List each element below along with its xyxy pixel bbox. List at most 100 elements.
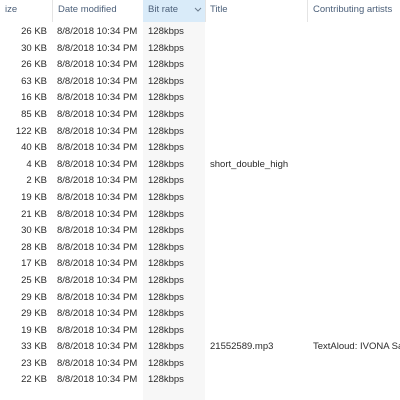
date-modified-cell: 8/8/2018 10:34 PM <box>57 324 138 336</box>
file-size-cell: 21 KB <box>21 208 47 220</box>
file-row[interactable]: 33 KB 8/8/2018 10:34 PM 128kbps 21552589.mp… <box>0 339 400 356</box>
column-header-row: ize Date modified Bit rate Title Contrib… <box>0 0 400 22</box>
bit-rate-cell: 128kbps <box>148 258 184 270</box>
file-row[interactable]: 30 KB 8/8/2018 10:34 PM 128kbps <box>0 41 400 58</box>
date-modified-cell: 8/8/2018 10:34 PM <box>57 142 138 154</box>
bit-rate-cell: 128kbps <box>148 108 184 120</box>
bit-rate-cell: 128kbps <box>148 208 184 220</box>
date-modified-cell: 8/8/2018 10:34 PM <box>57 191 138 203</box>
file-row[interactable]: 26 KB 8/8/2018 10:34 PM 128kbps <box>0 57 400 74</box>
column-header-date-modified[interactable]: Date modified <box>53 0 143 22</box>
file-size-cell: 17 KB <box>21 258 47 270</box>
chevron-down-icon <box>193 4 203 16</box>
file-size-cell: 30 KB <box>21 225 47 237</box>
bit-rate-cell: 128kbps <box>148 274 184 286</box>
bit-rate-cell: 128kbps <box>148 92 184 104</box>
file-row[interactable]: 40 KB 8/8/2018 10:34 PM 128kbps <box>0 140 400 157</box>
file-size-cell: 26 KB <box>21 59 47 71</box>
file-rows: 26 KB 8/8/2018 10:34 PM 128kbps 30 KB 8/8/20… <box>0 24 400 389</box>
date-modified-cell: 8/8/2018 10:34 PM <box>57 208 138 220</box>
column-header-bit-rate-label: Bit rate <box>148 4 179 15</box>
file-row[interactable]: 21 KB 8/8/2018 10:34 PM 128kbps <box>0 207 400 224</box>
file-size-cell: 29 KB <box>21 291 47 303</box>
file-size-cell: 25 KB <box>21 274 47 286</box>
bit-rate-cell: 128kbps <box>148 225 184 237</box>
bit-rate-cell: 128kbps <box>148 324 184 336</box>
date-modified-cell: 8/8/2018 10:34 PM <box>57 291 138 303</box>
column-header-size[interactable]: ize <box>0 0 50 22</box>
bit-rate-cell: 128kbps <box>148 241 184 253</box>
bit-rate-cell: 128kbps <box>148 42 184 54</box>
date-modified-cell: 8/8/2018 10:34 PM <box>57 241 138 253</box>
date-modified-cell: 8/8/2018 10:34 PM <box>57 26 138 37</box>
file-list-view: ize Date modified Bit rate Title Contrib… <box>0 0 400 400</box>
file-row[interactable]: 28 KB 8/8/2018 10:34 PM 128kbps <box>0 240 400 257</box>
file-size-cell: 122 KB <box>15 125 47 137</box>
file-row[interactable]: 63 KB 8/8/2018 10:34 PM 128kbps <box>0 74 400 91</box>
bit-rate-cell: 128kbps <box>148 158 184 170</box>
date-modified-cell: 8/8/2018 10:34 PM <box>57 59 138 71</box>
date-modified-cell: 8/8/2018 10:34 PM <box>57 258 138 270</box>
date-modified-cell: 8/8/2018 10:34 PM <box>57 374 138 386</box>
file-row[interactable]: 26 KB 8/8/2018 10:34 PM 128kbps <box>0 24 400 41</box>
file-row[interactable]: 25 KB 8/8/2018 10:34 PM 128kbps <box>0 273 400 290</box>
file-size-cell: 28 KB <box>21 241 47 253</box>
column-header-title[interactable]: Title <box>205 0 306 22</box>
bit-rate-cell: 128kbps <box>148 59 184 71</box>
file-row[interactable]: 30 KB 8/8/2018 10:34 PM 128kbps <box>0 223 400 240</box>
date-modified-cell: 8/8/2018 10:34 PM <box>57 357 138 369</box>
date-modified-cell: 8/8/2018 10:34 PM <box>57 225 138 237</box>
file-row[interactable]: 122 KB 8/8/2018 10:34 PM 128kbps <box>0 124 400 141</box>
bit-rate-cell: 128kbps <box>148 142 184 154</box>
title-cell: short_double_high <box>210 158 289 170</box>
bit-rate-cell: 128kbps <box>148 341 184 353</box>
bit-rate-cell: 128kbps <box>148 291 184 303</box>
bit-rate-cell: 128kbps <box>148 191 184 203</box>
file-size-cell: 19 KB <box>21 191 47 203</box>
file-row[interactable]: 17 KB 8/8/2018 10:34 PM 128kbps <box>0 256 400 273</box>
file-size-cell: 26 KB <box>21 26 47 37</box>
date-modified-cell: 8/8/2018 10:34 PM <box>57 75 138 87</box>
file-size-cell: 2 KB <box>26 175 47 187</box>
bit-rate-cell: 128kbps <box>148 125 184 137</box>
file-row[interactable]: 85 KB 8/8/2018 10:34 PM 128kbps <box>0 107 400 124</box>
file-size-cell: 33 KB <box>21 341 47 353</box>
file-size-cell: 16 KB <box>21 92 47 104</box>
column-header-bit-rate[interactable]: Bit rate <box>143 0 205 22</box>
file-size-cell: 19 KB <box>21 324 47 336</box>
file-row[interactable]: 23 KB 8/8/2018 10:34 PM 128kbps <box>0 356 400 373</box>
file-size-cell: 23 KB <box>21 357 47 369</box>
bit-rate-cell: 128kbps <box>148 75 184 87</box>
date-modified-cell: 8/8/2018 10:34 PM <box>57 175 138 187</box>
file-row[interactable]: 19 KB 8/8/2018 10:34 PM 128kbps <box>0 190 400 207</box>
date-modified-cell: 8/8/2018 10:34 PM <box>57 125 138 137</box>
bit-rate-cell: 128kbps <box>148 26 184 37</box>
file-size-cell: 29 KB <box>21 308 47 320</box>
column-header-contributing-artists[interactable]: Contributing artists <box>308 0 400 22</box>
file-row[interactable]: 2 KB 8/8/2018 10:34 PM 128kbps <box>0 173 400 190</box>
date-modified-cell: 8/8/2018 10:34 PM <box>57 92 138 104</box>
file-row[interactable]: 16 KB 8/8/2018 10:34 PM 128kbps <box>0 90 400 107</box>
bit-rate-cell: 128kbps <box>148 374 184 386</box>
file-row[interactable]: 4 KB 8/8/2018 10:34 PM 128kbps short_double… <box>0 157 400 174</box>
date-modified-cell: 8/8/2018 10:34 PM <box>57 108 138 120</box>
bit-rate-cell: 128kbps <box>148 357 184 369</box>
file-row[interactable]: 19 KB 8/8/2018 10:34 PM 128kbps <box>0 323 400 340</box>
file-size-cell: 4 KB <box>26 158 47 170</box>
bit-rate-cell: 128kbps <box>148 308 184 320</box>
file-row[interactable]: 29 KB 8/8/2018 10:34 PM 128kbps <box>0 306 400 323</box>
date-modified-cell: 8/8/2018 10:34 PM <box>57 274 138 286</box>
title-cell: 21552589.mp3 <box>210 341 274 353</box>
contributing-artists-cell: TextAloud: IVONA Sal <box>313 341 400 353</box>
date-modified-cell: 8/8/2018 10:34 PM <box>57 158 138 170</box>
file-size-cell: 63 KB <box>21 75 47 87</box>
file-size-cell: 85 KB <box>21 108 47 120</box>
file-size-cell: 40 KB <box>21 142 47 154</box>
file-size-cell: 30 KB <box>21 42 47 54</box>
file-size-cell: 22 KB <box>21 374 47 386</box>
file-row[interactable]: 22 KB 8/8/2018 10:34 PM 128kbps <box>0 372 400 389</box>
file-row[interactable]: 29 KB 8/8/2018 10:34 PM 128kbps <box>0 290 400 307</box>
date-modified-cell: 8/8/2018 10:34 PM <box>57 42 138 54</box>
date-modified-cell: 8/8/2018 10:34 PM <box>57 308 138 320</box>
date-modified-cell: 8/8/2018 10:34 PM <box>57 341 138 353</box>
